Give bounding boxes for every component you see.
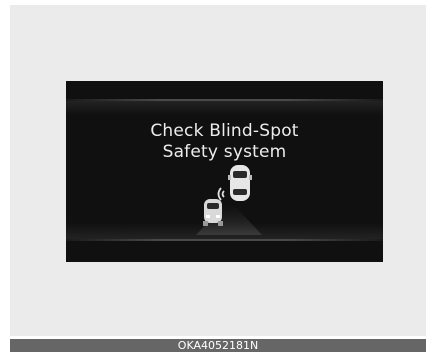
rear-car-icon (228, 165, 252, 201)
figure-code-caption: OKA4052181N (10, 339, 426, 352)
sensor-waves-icon (217, 187, 225, 201)
adjacent-car-icon (203, 199, 223, 226)
cluster-display: Check Blind-Spot Safety system (66, 81, 383, 262)
display-bottom-glow (66, 223, 383, 239)
warning-message-line-1: Check Blind-Spot (150, 121, 299, 141)
display-bottom-line (66, 239, 383, 241)
display-top-glow (66, 101, 383, 115)
warning-message-line-2: Safety system (162, 142, 287, 162)
